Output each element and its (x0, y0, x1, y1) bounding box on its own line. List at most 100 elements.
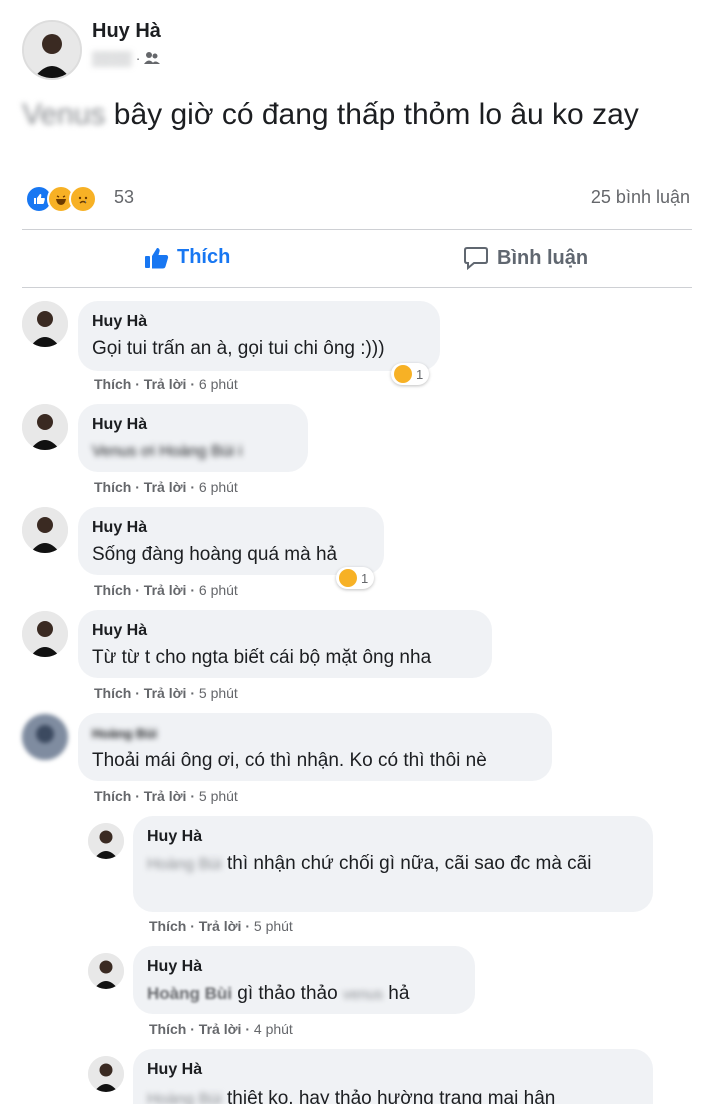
comment-bubble[interactable]: Huy Hà Từ từ t cho ngta biết cái bộ mặt … (78, 610, 492, 678)
comment-author[interactable]: Huy Hà (92, 311, 426, 333)
thumbs-up-icon (145, 247, 169, 268)
sad-reaction-icon (69, 185, 97, 213)
person-icon (22, 507, 68, 553)
reply-time[interactable]: 5 phút (254, 918, 293, 934)
comment-like-link[interactable]: Thích (94, 376, 131, 392)
comment-like-link[interactable]: Thích (94, 582, 131, 598)
reply-text: thiệt ko, hay thảo hường trang mai hân (227, 1088, 556, 1104)
comment-bubble[interactable]: Huy Hà Venus ơi Hoàng Bùi i (78, 404, 308, 472)
post-meta: ▒▒▒▒ · (92, 50, 161, 66)
post-text-blurred: Venus (22, 98, 106, 131)
person-icon (22, 301, 68, 347)
reaction-count[interactable]: 53 (114, 187, 134, 208)
comment-text: Thoải mái ông ơi, có thì nhận. Ko có thì… (92, 750, 487, 771)
person-icon (22, 611, 68, 657)
comment-actions: Thích · Trả lời · 6 phút (94, 582, 238, 598)
post-timestamp-blurred: ▒▒▒▒ (92, 50, 132, 66)
reply-avatar[interactable] (88, 823, 124, 859)
comment-time[interactable]: 5 phút (199, 685, 238, 701)
comment-text: Sống đàng hoàng quá mà hả (92, 544, 338, 565)
comment-author-blurred[interactable]: Hoàng Bùi (92, 723, 538, 745)
comment-reaction-count: 1 (361, 570, 369, 586)
comment-reaction[interactable]: 1 (336, 567, 375, 589)
blurred-avatar[interactable] (22, 714, 68, 760)
author-avatar[interactable] (22, 20, 82, 80)
reply-text: gì thảo thảo (237, 983, 338, 1004)
reply-reply-link[interactable]: Trả lời (199, 918, 242, 934)
comment-bubble[interactable]: Huy Hà Gọi tui trấn an à, gọi tui chi ôn… (78, 301, 440, 371)
mention-blurred[interactable]: Hoàng Bùi (147, 1091, 222, 1104)
reaction-summary[interactable] (25, 185, 97, 213)
comment-label: Bình luận (497, 246, 589, 269)
reply-time[interactable]: 4 phút (254, 1021, 293, 1037)
like-label: Thích (177, 246, 231, 268)
reply-avatar[interactable] (88, 1056, 124, 1092)
person-icon (22, 714, 68, 760)
mention-blurred[interactable]: Hoàng Bùi (147, 856, 222, 873)
comment-text: Từ từ t cho ngta biết cái bộ mặt ông nha (92, 647, 432, 668)
comment-author[interactable]: Huy Hà (92, 517, 370, 539)
friends-icon (144, 52, 161, 64)
reply-actions: Thích · Trả lời · 5 phút (149, 918, 293, 934)
comment-time[interactable]: 5 phút (199, 788, 238, 804)
reply-bubble[interactable]: Huy Hà Hoàng Bùi thiệt ko, hay thảo hườn… (133, 1049, 653, 1104)
comment-author[interactable]: Huy Hà (92, 620, 478, 642)
reply-text-end: hả (388, 983, 410, 1004)
person-icon (24, 22, 80, 78)
comment-reply-link[interactable]: Trả lời (144, 479, 187, 495)
comment-actions: Thích · Trả lời · 6 phút (94, 479, 238, 495)
reply-bubble[interactable]: Huy Hà Hoàng Bùi gì thảo thảo venus hả (133, 946, 475, 1014)
post-text: Venus bây giờ có đang thấp thỏm lo âu ko… (22, 92, 682, 138)
sad-reaction-icon (394, 365, 412, 383)
comment-reply-link[interactable]: Trả lời (144, 788, 187, 804)
comment-avatar[interactable] (22, 507, 68, 553)
reply-like-link[interactable]: Thích (149, 1021, 186, 1037)
reply-author[interactable]: Huy Hà (147, 826, 639, 848)
person-icon (88, 953, 124, 989)
like-button[interactable]: Thích (145, 246, 230, 269)
comment-like-link[interactable]: Thích (94, 685, 131, 701)
mention-link[interactable]: Hoàng Bùi (147, 984, 232, 1003)
comment-reaction-count: 1 (416, 366, 424, 382)
reply-text: thì nhận chứ chối gì nữa, cãi sao đc mà … (227, 853, 592, 874)
comment-bubble[interactable]: Huy Hà Sống đàng hoàng quá mà hả (78, 507, 384, 575)
comment-reaction[interactable]: 1 (391, 363, 430, 385)
reply-author[interactable]: Huy Hà (147, 956, 461, 978)
comment-time[interactable]: 6 phút (199, 479, 238, 495)
comment-actions: Thích · Trả lời · 6 phút (94, 376, 238, 392)
comment-reply-link[interactable]: Trả lời (144, 376, 187, 392)
comment-like-link[interactable]: Thích (94, 788, 131, 804)
comment-avatar[interactable] (22, 611, 68, 657)
reply-reply-link[interactable]: Trả lời (199, 1021, 242, 1037)
comment-bubble[interactable]: Hoàng Bùi Thoải mái ông ơi, có thì nhận.… (78, 713, 552, 781)
comment-text: Gọi tui trấn an à, gọi tui chi ông :))) (92, 338, 385, 359)
comment-text-blurred: Venus ơi Hoàng Bùi i (92, 443, 243, 460)
comment-avatar[interactable] (22, 404, 68, 450)
reply-avatar[interactable] (88, 953, 124, 989)
comment-actions: Thích · Trả lời · 5 phút (94, 685, 238, 701)
comment-button[interactable]: Bình luận (463, 246, 588, 270)
comment-icon (464, 247, 488, 270)
divider (22, 287, 692, 288)
comment-time[interactable]: 6 phút (199, 376, 238, 392)
comment-author[interactable]: Huy Hà (92, 414, 294, 436)
reply-bubble[interactable]: Huy Hà Hoàng Bùi thì nhận chứ chối gì nữ… (133, 816, 653, 912)
reply-actions: Thích · Trả lời · 4 phút (149, 1021, 293, 1037)
dot-separator: · (135, 50, 141, 66)
post-text-body: bây giờ có đang thấp thỏm lo âu ko zay (113, 98, 639, 131)
person-icon (22, 404, 68, 450)
person-icon (88, 1056, 124, 1092)
reply-author[interactable]: Huy Hà (147, 1059, 639, 1081)
comment-count[interactable]: 25 bình luận (591, 187, 690, 208)
comment-reply-link[interactable]: Trả lời (144, 685, 187, 701)
comment-time[interactable]: 6 phút (199, 582, 238, 598)
person-icon (88, 823, 124, 859)
reply-like-link[interactable]: Thích (149, 918, 186, 934)
comment-like-link[interactable]: Thích (94, 479, 131, 495)
comment-avatar[interactable] (22, 301, 68, 347)
sad-reaction-icon (339, 569, 357, 587)
comment-actions: Thích · Trả lời · 5 phút (94, 788, 238, 804)
post-author-name[interactable]: Huy Hà (92, 20, 161, 43)
reply-text-blurred: venus (342, 986, 383, 1003)
comment-reply-link[interactable]: Trả lời (144, 582, 187, 598)
